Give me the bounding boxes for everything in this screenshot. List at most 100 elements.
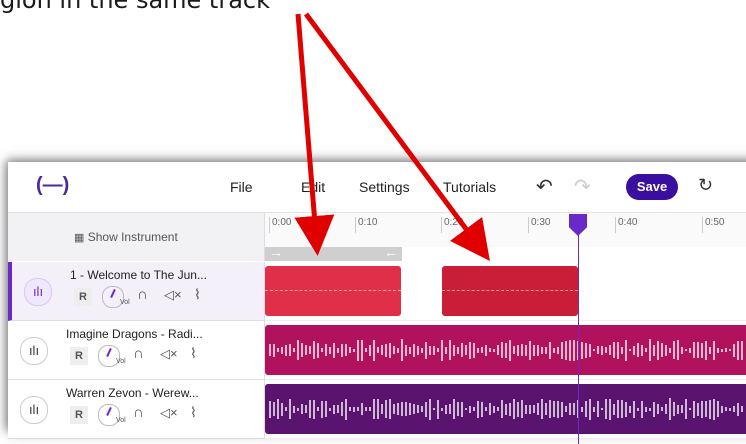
record-arm-button[interactable]: R [74,288,92,306]
waveform-bar [461,343,463,357]
waveform-bar [629,405,631,413]
mute-icon[interactable]: ◁× [160,346,178,362]
waveform-bar [701,342,703,358]
waveform-bar [573,339,575,361]
waveform-bar [737,402,739,416]
waveform-bar [617,400,619,418]
headphones-icon[interactable]: ∩ [133,345,144,362]
waveform-bar [489,403,491,415]
waveform-bar [321,400,323,418]
waveform-bar [297,340,299,360]
waveform-bar [473,342,475,358]
waveform-bar [465,345,467,355]
mute-icon[interactable]: ◁× [164,287,182,303]
save-button[interactable]: Save [626,174,678,200]
loop-start-arrow-icon[interactable]: → [269,244,283,260]
volume-label: Vol [116,358,126,365]
waveform-bar [605,347,607,353]
waveform-bar [393,404,395,414]
waveform-bar [673,341,675,359]
waveform-bar [561,401,563,417]
waveform-bar [517,344,519,356]
waveform-bar [277,399,279,419]
record-arm-button[interactable]: R [70,347,88,365]
track-header[interactable]: ılı 1 - Welcome to The Jun... R Vol ∩ ◁×… [8,262,265,321]
waveform-bar [481,401,483,417]
track-header[interactable]: ılı Warren Zevon - Werew... R Vol ∩ ◁× ⌇ [8,380,265,439]
waveform-bar [593,406,595,412]
waveform-bar [641,400,643,418]
menu-file[interactable]: File [230,179,253,195]
headphones-icon[interactable]: ∩ [133,404,144,421]
audio-waveform-icon[interactable]: ılı [20,396,48,424]
waveform-bar [697,342,699,358]
show-instrument-button[interactable]: ▦ Show Instrument [8,213,265,261]
menu-settings[interactable]: Settings [359,179,410,195]
loop-range-bar[interactable]: → ← [265,244,402,261]
waveform-bar [357,407,359,411]
track-header[interactable]: ılı Imagine Dragons - Radi... R Vol ∩ ◁×… [8,321,265,380]
waveform-bar [541,346,543,354]
audio-region[interactable] [265,384,746,434]
effects-icon[interactable]: ⌇ [190,345,197,362]
waveform-bar [537,403,539,415]
waveform-bar [557,346,559,354]
app-logo[interactable]: (—) [36,174,69,197]
waveform-bar [613,403,615,415]
waveform-bar [361,403,363,415]
waveform-bar [569,339,571,361]
track-name: Imagine Dragons - Radi... [66,327,203,341]
waveform-bar [481,347,483,353]
headphones-icon[interactable]: ∩ [137,286,148,303]
waveform-bar [585,342,587,358]
effects-icon[interactable]: ⌇ [190,404,197,421]
audio-region[interactable] [442,266,578,316]
waveform-bar [513,346,515,354]
waveform [265,333,746,367]
waveform-bar [425,401,427,417]
waveform-bar [677,404,679,414]
track-lane[interactable] [265,321,746,380]
waveform-bar [337,405,339,413]
waveform-bar [389,399,391,419]
waveform-bar [641,344,643,356]
waveform-bar [525,404,527,414]
menu-edit[interactable]: Edit [301,179,325,195]
menu-tutorials[interactable]: Tutorials [443,179,496,195]
undo-icon[interactable]: ↶ [536,174,553,199]
waveform-bar [521,400,523,418]
waveform-bar [345,398,347,420]
history-icon[interactable]: ↻ [698,175,713,196]
track-lane[interactable] [265,262,746,321]
waveform-bar [589,398,591,420]
redo-icon[interactable]: ↷ [574,174,591,199]
waveform-bar [369,407,371,411]
loop-end-arrow-icon[interactable]: ← [384,244,398,260]
waveform-bar [421,347,423,353]
timeline-ruler[interactable]: 0:00 0:10 0:20 0:30 0:40 0:50 [265,213,746,247]
waveform-bar [373,339,375,361]
waveform-bar [581,406,583,412]
waveform-bar [353,348,355,352]
waveform-bar [729,349,731,351]
audio-region[interactable] [265,266,401,316]
audio-waveform-icon[interactable]: ılı [24,278,52,306]
effects-icon[interactable]: ⌇ [194,286,201,303]
waveform-bar [317,407,319,411]
record-arm-button[interactable]: R [70,406,88,424]
waveform-bar [429,345,431,355]
waveform-bar [329,346,331,354]
waveform-bar [689,408,691,410]
track-lane[interactable] [265,380,746,439]
audio-waveform-icon[interactable]: ılı [20,337,48,365]
waveform-bar [433,345,435,355]
waveform-bar [449,404,451,414]
audio-region[interactable] [265,325,746,375]
waveform-bar [461,401,463,417]
waveform-bar [473,407,475,411]
waveform-bar [305,405,307,413]
waveform-bar [625,401,627,417]
waveform-bar [601,345,603,355]
waveform-bar [681,346,683,354]
waveform-bar [301,343,303,357]
